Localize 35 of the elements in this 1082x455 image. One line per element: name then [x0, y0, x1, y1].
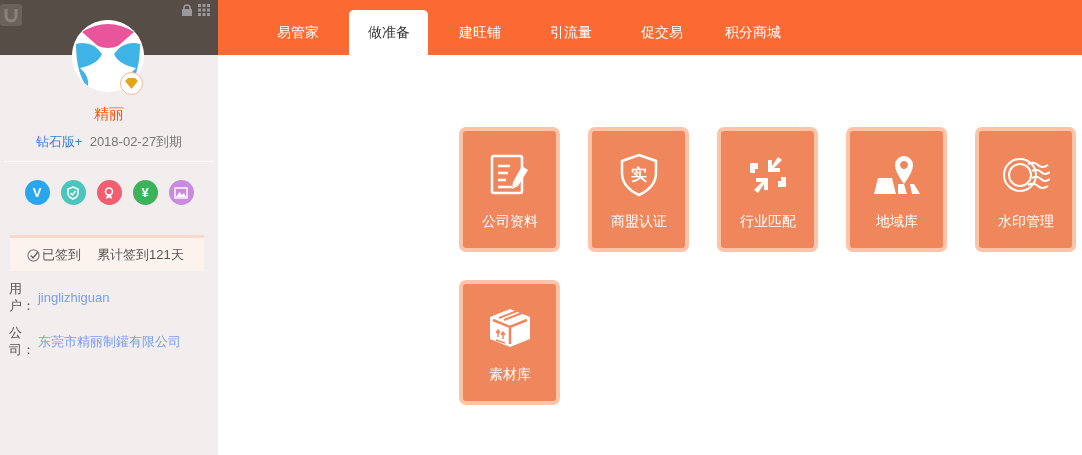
box-icon	[487, 307, 532, 349]
arrows-icon	[747, 155, 788, 195]
lock-icon[interactable]	[181, 4, 192, 16]
grid-icon[interactable]	[198, 4, 210, 16]
stamp-icon	[1001, 156, 1050, 194]
nav-tab[interactable]: 促交易	[622, 10, 701, 55]
checkin-total: 累计签到121天	[97, 245, 184, 264]
nav-tab[interactable]: 建旺铺	[440, 10, 519, 55]
shield-glyph: 实	[630, 165, 647, 185]
tile-button[interactable]: 行业匹配	[717, 127, 818, 252]
document-icon	[489, 154, 530, 196]
tile-button[interactable]: 地域库	[846, 127, 947, 252]
nav-tab[interactable]: 引流量	[531, 10, 610, 55]
tile-button[interactable]: 实 商盟认证	[588, 127, 689, 252]
map-pin-icon	[873, 154, 920, 196]
diamond-icon	[125, 78, 138, 89]
field-value[interactable]: 东莞市精丽制鑵有限公司	[37, 331, 181, 352]
badge-icon[interactable]: V	[24, 180, 50, 205]
shield-icon	[618, 153, 659, 197]
checkin-label: 已签到	[42, 245, 81, 264]
tile-button[interactable]: 水印管理	[975, 127, 1076, 252]
edition-link[interactable]: 钻石版+	[35, 133, 83, 149]
badge-icon[interactable]: ¥	[132, 180, 158, 205]
logo-icon	[0, 4, 22, 26]
tile-button[interactable]: 公司资料	[459, 127, 560, 252]
nav-tab[interactable]: 积分商城	[713, 10, 792, 55]
nav-tab[interactable]: 易管家	[258, 10, 337, 55]
shield-badge-icon[interactable]	[60, 180, 86, 205]
field-value[interactable]: jinglizhiguan	[37, 288, 110, 308]
user-name: 精丽	[93, 104, 125, 124]
award-badge-icon[interactable]	[96, 180, 122, 205]
nav-tab[interactable]: 做准备	[349, 10, 428, 55]
image-badge-icon[interactable]	[168, 180, 194, 205]
expiry-date: 2018-02-27到期	[89, 133, 183, 149]
tile-button[interactable]: 素材库	[459, 280, 560, 405]
